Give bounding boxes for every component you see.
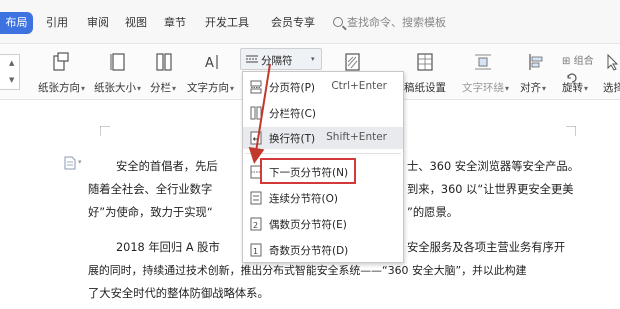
highlight-box — [260, 158, 356, 184]
odd-page-section-icon: 1 — [250, 243, 262, 257]
para1-line3-right: ”的愿景。 — [407, 206, 459, 219]
menu-item-odd-page-section-break[interactable]: 1 奇数页分节符(D) — [243, 239, 403, 261]
text-wrap-button[interactable]: 文字环绕▾ — [462, 80, 509, 95]
para2-line1-right: 安全服务及各项主营业务有序开 — [407, 241, 566, 254]
menu-item-continuous-section-break[interactable]: 连续分节符(O) — [243, 187, 403, 209]
orientation-icon — [53, 52, 69, 71]
margin-corner-mark — [100, 126, 110, 136]
chevron-down-icon: ▾ — [78, 158, 82, 166]
paper-size-button[interactable]: 纸张大小▾ — [94, 80, 141, 95]
search-placeholder: 查找命令、搜索模板 — [347, 16, 446, 29]
tab-view[interactable]: 视图 — [125, 12, 147, 34]
paper-size-icon — [110, 53, 125, 71]
para1-line3-left: 好”为使命，致力于实现“ — [88, 206, 213, 219]
paragraph-handle-icon[interactable] — [64, 156, 76, 170]
even-page-section-icon: 2 — [250, 217, 262, 231]
separator-icon — [246, 55, 258, 63]
para1-line2-left: 随着全社会、全行业数字 — [88, 183, 213, 196]
tab-review[interactable]: 审阅 — [87, 12, 109, 34]
text-direction-button[interactable]: 文字方向▾ — [187, 80, 234, 95]
svg-text:A: A — [205, 56, 214, 71]
menu-item-line-break[interactable]: 换行符(T) Shift+Enter — [243, 127, 403, 149]
tab-chapter[interactable]: 章节 — [164, 12, 186, 34]
watermark-icon[interactable] — [344, 52, 362, 72]
continuous-section-icon — [250, 191, 262, 205]
tab-member[interactable]: 会员专享 — [271, 12, 315, 34]
select-button[interactable]: 选择 — [603, 80, 620, 95]
chevron-down-icon: ▾ — [311, 55, 315, 63]
combine-button[interactable]: ⊞ 组合 — [562, 52, 594, 67]
align-button[interactable]: 对齐▾ — [520, 80, 546, 95]
para2-line2: 展的同时，持续通过技术创新，推出分布式智能安全系统——“360 安全大脑”，并以… — [88, 264, 527, 277]
para2-line1-left: 2018 年回归 A 股市 — [116, 241, 220, 254]
orientation-button[interactable]: 纸张方向▾ — [38, 80, 85, 95]
svg-text:1: 1 — [253, 247, 258, 256]
tab-references[interactable]: 引用 — [46, 12, 68, 34]
para1-line2-right: 到来，360 以“让世界更安全更美 — [407, 183, 574, 196]
tab-layout[interactable]: 布局 — [0, 12, 33, 34]
grid-paper-icon — [417, 53, 433, 71]
margin-corner-mark — [566, 126, 576, 136]
spacing-stepper[interactable]: ▲ ▼ — [0, 54, 20, 90]
svg-text:2: 2 — [253, 221, 258, 230]
menu-item-column-break[interactable]: 分栏符(C) — [243, 102, 403, 124]
search-icon — [333, 17, 343, 27]
page-break-icon — [250, 80, 262, 94]
text-wrap-icon — [475, 54, 491, 70]
columns-icon — [156, 53, 172, 71]
tab-developer[interactable]: 开发工具 — [205, 12, 249, 34]
command-search[interactable]: 查找命令、搜索模板 — [333, 12, 446, 34]
ribbon-tab-bar: 布局 引用 审阅 视图 章节 开发工具 会员专享 查找命令、搜索模板 — [0, 0, 620, 44]
line-break-icon — [250, 131, 262, 145]
text-direction-icon: A — [205, 55, 218, 71]
separator-button[interactable]: 分隔符 ▾ — [240, 48, 322, 70]
columns-button[interactable]: 分栏▾ — [150, 80, 176, 95]
paper-setting-button[interactable]: 稿纸设置 — [404, 80, 446, 95]
select-icon — [607, 53, 619, 71]
column-break-icon — [250, 106, 262, 120]
combine-icon: ⊞ — [562, 56, 571, 67]
menu-item-even-page-section-break[interactable]: 2 偶数页分节符(E) — [243, 213, 403, 235]
menu-divider — [245, 153, 401, 154]
para2-line3: 了大安全时代的整体防御战略体系。 — [88, 287, 269, 300]
para1-line1-right: 士、360 安全浏览器等安全产品。 — [407, 160, 580, 173]
rotate-button[interactable]: 旋转▾ — [562, 80, 588, 95]
para1-line1-left: 安全的首倡者，先后 — [116, 160, 218, 173]
menu-item-page-break[interactable]: 分页符(P) Ctrl+Enter — [243, 76, 403, 98]
align-icon — [529, 54, 543, 70]
